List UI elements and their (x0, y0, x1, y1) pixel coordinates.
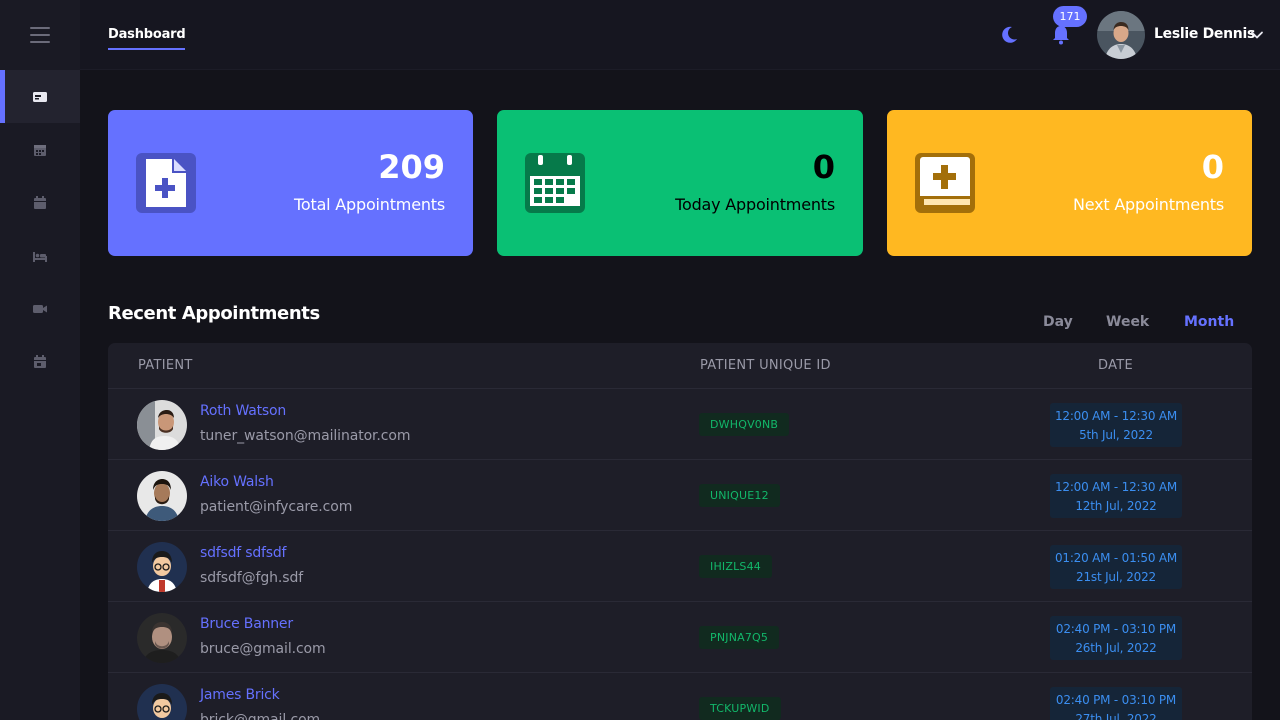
column-header-uid: PATIENT UNIQUE ID (700, 358, 831, 373)
sidebar-item-calendar[interactable] (0, 123, 80, 176)
sidebar-item-video[interactable] (0, 282, 80, 335)
appointments-table: PATIENT PATIENT UNIQUE ID DATE Roth Wats… (108, 343, 1252, 720)
appointment-date: 27th Jul, 2022 (1075, 712, 1157, 720)
calendar-alt-icon (34, 195, 46, 209)
patient-name[interactable]: sdfsdf sdfsdf (200, 545, 286, 561)
column-header-date: DATE (1098, 358, 1134, 373)
stat-card-next[interactable]: 0 Next Appointments (887, 110, 1252, 256)
appointment-date-badge: 12:00 AM - 12:30 AM 12th Jul, 2022 (1050, 474, 1182, 518)
stat-label: Today Appointments (675, 195, 835, 214)
sidebar-item-schedule[interactable] (0, 335, 80, 388)
patient-name[interactable]: Aiko Walsh (200, 474, 274, 490)
tab-month[interactable]: Month (1184, 314, 1234, 330)
stat-label: Total Appointments (294, 195, 445, 214)
patient-name[interactable]: Roth Watson (200, 403, 286, 419)
user-name[interactable]: Leslie Dennis (1154, 26, 1255, 42)
calendar-check-icon (34, 354, 46, 368)
top-header: Dashboard 171 Leslie Dennis (80, 0, 1280, 70)
bell-icon[interactable] (1050, 24, 1072, 46)
book-medical-icon (915, 153, 975, 213)
moon-icon[interactable] (998, 24, 1020, 46)
patient-uid-badge: IHIZLS44 (699, 555, 773, 578)
sidebar-item-dashboard[interactable] (0, 70, 80, 123)
table-row: Roth Watson tuner_watson@mailinator.com … (108, 389, 1252, 460)
section-title: Recent Appointments (108, 303, 320, 324)
appointment-time: 01:20 AM - 01:50 AM (1054, 551, 1178, 565)
patient-avatar (137, 613, 187, 663)
patient-avatar (137, 471, 187, 521)
user-avatar[interactable] (1097, 11, 1145, 59)
table-row: James Brick brick@gmail.com TCKUPWID 02:… (108, 673, 1252, 720)
patient-avatar (137, 684, 187, 720)
appointment-date-badge: 01:20 AM - 01:50 AM 21st Jul, 2022 (1050, 545, 1182, 589)
column-header-patient: PATIENT (138, 358, 193, 373)
appointment-date: 12th Jul, 2022 (1075, 499, 1157, 513)
table-row: Bruce Banner bruce@gmail.com PNJNA7Q5 02… (108, 602, 1252, 673)
sidebar-item-appointments[interactable] (0, 176, 80, 229)
patient-email: patient@infycare.com (200, 499, 353, 515)
patient-email: tuner_watson@mailinator.com (200, 428, 411, 444)
appointment-date: 26th Jul, 2022 (1075, 641, 1157, 655)
notification-badge: 171 (1053, 6, 1087, 27)
patient-avatar (137, 400, 187, 450)
stat-label: Next Appointments (1072, 195, 1224, 214)
stat-card-today[interactable]: 0 Today Appointments (497, 110, 863, 256)
dashboard-icon (33, 91, 47, 102)
appointment-date: 5th Jul, 2022 (1079, 428, 1153, 442)
appointment-time: 02:40 PM - 03:10 PM (1055, 693, 1177, 707)
patient-email: brick@gmail.com (200, 712, 321, 720)
table-row: sdfsdf sdfsdf sdfsdf@fgh.sdf IHIZLS44 01… (108, 531, 1252, 602)
patient-name[interactable]: James Brick (200, 687, 280, 703)
tab-dashboard[interactable]: Dashboard (108, 27, 186, 50)
appointment-date-badge: 02:40 PM - 03:10 PM 26th Jul, 2022 (1050, 616, 1182, 660)
stat-value: 0 (1201, 148, 1224, 186)
sidebar-item-beds[interactable] (0, 229, 80, 282)
patient-uid-badge: UNIQUE12 (699, 484, 780, 507)
appointment-date-badge: 12:00 AM - 12:30 AM 5th Jul, 2022 (1050, 403, 1182, 447)
patient-uid-badge: DWHQV0NB (699, 413, 790, 436)
tab-week[interactable]: Week (1106, 314, 1149, 330)
file-medical-icon (136, 153, 196, 213)
patient-email: sdfsdf@fgh.sdf (200, 570, 304, 586)
patient-email: bruce@gmail.com (200, 641, 326, 657)
appointment-time: 12:00 AM - 12:30 AM (1054, 409, 1178, 423)
patient-uid-badge: TCKUPWID (699, 697, 781, 720)
stat-value: 0 (812, 148, 835, 186)
appointment-date: 21st Jul, 2022 (1076, 570, 1156, 584)
patient-uid-badge: PNJNA7Q5 (699, 626, 780, 649)
appointment-date-badge: 02:40 PM - 03:10 PM 27th Jul, 2022 (1050, 687, 1182, 720)
table-row: Aiko Walsh patient@infycare.com UNIQUE12… (108, 460, 1252, 531)
stat-card-total[interactable]: 209 Total Appointments (108, 110, 473, 256)
appointment-time: 12:00 AM - 12:30 AM (1054, 480, 1178, 494)
patient-name[interactable]: Bruce Banner (200, 616, 293, 632)
stat-value: 209 (378, 148, 445, 186)
patient-avatar (137, 542, 187, 592)
calendar-grid-icon (525, 153, 585, 213)
appointment-time: 02:40 PM - 03:10 PM (1055, 622, 1177, 636)
chevron-down-icon[interactable] (1250, 28, 1264, 42)
sidebar (0, 0, 80, 720)
tab-day[interactable]: Day (1043, 314, 1073, 330)
video-icon (33, 304, 47, 313)
calendar-icon (34, 144, 46, 156)
menu-toggle-icon[interactable] (30, 27, 50, 43)
bed-icon (33, 251, 47, 262)
